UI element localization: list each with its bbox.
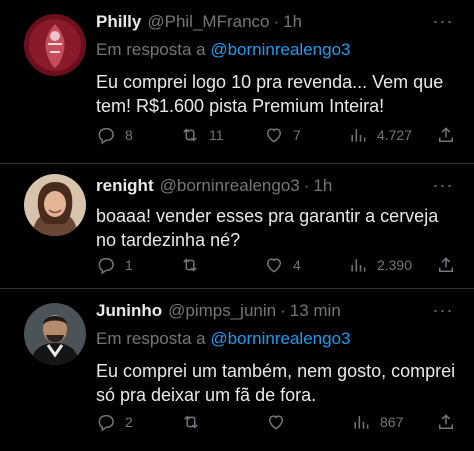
view-count: 867 bbox=[380, 414, 404, 430]
like-button[interactable] bbox=[266, 412, 326, 432]
like-button[interactable]: 4 bbox=[264, 255, 324, 275]
tweet[interactable]: Juninho @pimps_junin · 13 min ··· Em res… bbox=[0, 288, 474, 451]
retweet-button[interactable]: 11 bbox=[180, 125, 240, 145]
retweet-button[interactable] bbox=[180, 255, 240, 275]
timestamp[interactable]: 13 min bbox=[290, 301, 341, 321]
reply-feed: Philly @Phil_MFranco · 1h ··· Em respost… bbox=[0, 0, 474, 451]
like-count: 7 bbox=[292, 127, 301, 143]
separator: · bbox=[273, 12, 280, 31]
heart-icon bbox=[264, 125, 284, 145]
reply-icon bbox=[96, 255, 116, 275]
tweet-header: Philly @Phil_MFranco · 1h bbox=[96, 12, 456, 36]
views-icon bbox=[351, 412, 371, 432]
action-bar: 2 867 bbox=[96, 411, 456, 433]
reply-mention[interactable]: @borninrealengo3 bbox=[210, 40, 350, 59]
view-count: 4.727 bbox=[376, 127, 412, 143]
user-handle[interactable]: @pimps_junin bbox=[168, 301, 276, 321]
views-icon bbox=[348, 255, 368, 275]
reply-prefix: Em resposta a bbox=[96, 329, 206, 348]
retweet-count: 11 bbox=[208, 127, 224, 143]
share-button[interactable] bbox=[436, 255, 456, 275]
action-bar: 1 4 2.390 bbox=[96, 254, 456, 276]
avatar[interactable] bbox=[24, 174, 86, 236]
avatar[interactable] bbox=[24, 14, 86, 76]
tweet-text: Eu comprei logo 10 pra revenda... Vem qu… bbox=[96, 72, 444, 116]
display-name[interactable]: Philly bbox=[96, 12, 141, 32]
reply-count: 8 bbox=[125, 127, 133, 143]
reply-button[interactable]: 2 bbox=[96, 412, 156, 432]
like-button[interactable]: 7 bbox=[264, 125, 324, 145]
reply-count: 1 bbox=[125, 257, 133, 273]
user-handle[interactable]: @Phil_MFranco bbox=[147, 12, 269, 32]
display-name[interactable]: renight bbox=[96, 176, 154, 196]
tweet-text: Eu comprei um também, nem gosto, comprei… bbox=[96, 361, 456, 405]
separator: · bbox=[303, 176, 310, 195]
reply-context: Em resposta a @borninrealengo3 bbox=[96, 40, 456, 62]
reply-icon bbox=[96, 125, 116, 145]
reply-context: Em resposta a @borninrealengo3 bbox=[96, 329, 456, 351]
share-icon bbox=[436, 255, 456, 275]
reply-mention[interactable]: @borninrealengo3 bbox=[210, 329, 350, 348]
user-handle[interactable]: @borninrealengo3 bbox=[160, 176, 300, 196]
views-button[interactable]: 867 bbox=[351, 412, 411, 432]
reply-prefix: Em resposta a bbox=[96, 40, 206, 59]
share-icon bbox=[436, 125, 456, 145]
views-button[interactable]: 4.727 bbox=[348, 125, 412, 145]
share-button[interactable] bbox=[436, 125, 456, 145]
timestamp[interactable]: 1h bbox=[283, 12, 302, 32]
avatar[interactable] bbox=[24, 303, 86, 365]
views-icon bbox=[348, 125, 368, 145]
more-icon[interactable]: ··· bbox=[430, 176, 456, 194]
reply-button[interactable]: 8 bbox=[96, 125, 156, 145]
more-icon[interactable]: ··· bbox=[430, 12, 456, 30]
tweet-text: boaaa! vender esses pra garantir a cerve… bbox=[96, 206, 439, 250]
reply-count: 2 bbox=[125, 414, 133, 430]
reply-icon bbox=[96, 412, 116, 432]
retweet-icon bbox=[180, 125, 200, 145]
heart-icon bbox=[264, 255, 284, 275]
tweet-header: Juninho @pimps_junin · 13 min bbox=[96, 301, 456, 325]
like-count: 4 bbox=[292, 257, 301, 273]
retweet-icon bbox=[180, 255, 200, 275]
retweet-icon bbox=[181, 412, 201, 432]
tweet[interactable]: Philly @Phil_MFranco · 1h ··· Em respost… bbox=[0, 0, 474, 163]
reply-button[interactable]: 1 bbox=[96, 255, 156, 275]
views-button[interactable]: 2.390 bbox=[348, 255, 412, 275]
action-bar: 8 11 7 4.727 bbox=[96, 124, 456, 146]
view-count: 2.390 bbox=[376, 257, 412, 273]
more-icon[interactable]: ··· bbox=[430, 301, 456, 319]
share-icon bbox=[436, 412, 456, 432]
tweet-header: renight @borninrealengo3 · 1h bbox=[96, 176, 456, 200]
heart-icon bbox=[266, 412, 286, 432]
timestamp[interactable]: 1h bbox=[313, 176, 332, 196]
display-name[interactable]: Juninho bbox=[96, 301, 162, 321]
separator: · bbox=[280, 301, 286, 320]
retweet-button[interactable] bbox=[181, 412, 241, 432]
tweet[interactable]: renight @borninrealengo3 · 1h ··· boaaa!… bbox=[0, 163, 474, 288]
share-button[interactable] bbox=[436, 412, 456, 432]
